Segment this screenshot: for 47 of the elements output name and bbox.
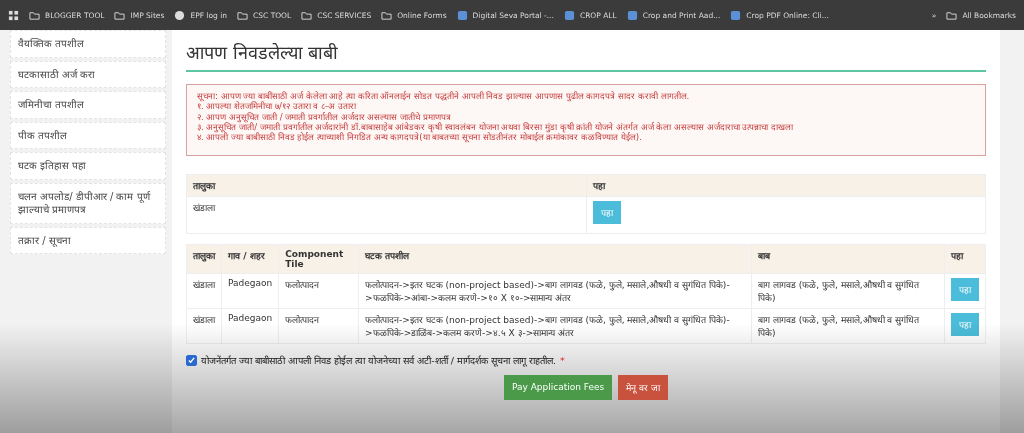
- folder-icon: [381, 9, 393, 21]
- apps-grid-icon[interactable]: [8, 9, 19, 21]
- column-header: पहा: [944, 244, 986, 274]
- page-heading: आपण निवडलेल्या बाबी: [186, 36, 986, 72]
- sidebar-item[interactable]: तक्रार / सूचना: [10, 226, 166, 254]
- agreement-label: योजनेंतर्गत ज्या बाबीसाठी आपली निवड होईल त्या योजनेच्या सर्व अटी-शर्ती / मार्गदर्शक सूचना लागू राहतील.: [201, 353, 556, 367]
- table-cell: बाग लागवड (फळे, फुले, मसाले,औषधी व सुगंधित पिके): [751, 308, 945, 344]
- site-icon: [730, 9, 742, 21]
- notice-line: ३. अनुसूचित जाती/ जमाती प्रवर्गातील अर्जदारांनी डॉ.बाबासाहेब आंबेडकर कृषी स्वावलंबन योजना अथवा बिरसा मुंडा कृषी क्रांती योजने अंतर्गत अर्ज केला असल्यास अर्जदाराचा उत्पन्नाचा दाखला: [197, 121, 795, 133]
- table-cell: खंडाला: [186, 196, 586, 234]
- column-header: गाव / शहर: [221, 244, 279, 274]
- sidebar-item[interactable]: जमिनीचा तपशील: [10, 91, 166, 119]
- notice-line: ४. आपली ज्या बाबीसाठी निवड होईल त्याच्याशी निगडित अन्य कागदपत्रे(या बाबतच्या सूचना सोडतीनंतर मोबाईल क्रमांकावर कळविण्यात येईल).: [197, 132, 643, 143]
- notice-line: २. आपण अनुसूचित जाती / जमाती प्रवर्गातील अर्जदार असल्यास जातीचे प्रमाणपत्र: [197, 111, 452, 122]
- table-cell: खंडाला: [186, 273, 222, 309]
- column-header: घटक तपशील: [358, 244, 752, 274]
- sidebar-item[interactable]: घटक इतिहास पहा: [10, 152, 166, 180]
- table-cell: Padegaon: [221, 273, 279, 309]
- column-header: बाब: [751, 244, 945, 274]
- table-cell: फलोत्पादन: [278, 308, 359, 344]
- sidebar-item[interactable]: पीक तपशील: [10, 121, 166, 149]
- notice-line: १. आपल्या शेतजमिनीचा ७/१२ उतारा व ८-अ उतारा: [197, 101, 357, 112]
- table-cell: फलोत्पादन->इतर घटक (non-project based)->बाग लागवड (फळे, फुले, मसाले,औषधी व सुगंधित पिके)->फळपिके->आंबा->कलम करणे->१० X १०->सामान्य अंतर: [358, 273, 752, 309]
- table-cell: फलोत्पादन: [278, 273, 359, 309]
- sidebar-item[interactable]: चलन अपलोड/ डीपीआर / काम पूर्ण झाल्याचे प्रमाणपत्र: [10, 182, 166, 224]
- folder-icon: [237, 9, 248, 21]
- table-cell: खंडाला: [186, 308, 222, 344]
- notice-line: सूचना: आपण ज्या बाबींसाठी अर्ज केलेला आहे त्या करिता ऑनलाईन सोडत पद्धतीने आपली निवड झाल्यास आपणास पुढील कागदपत्रे सादर करावी लागतील.: [197, 91, 691, 102]
- table-cell: बाग लागवड (फळे, फुले, मसाले,औषधी व सुगंधित पिके): [751, 273, 945, 309]
- sidebar-item[interactable]: घटकासाठी अर्ज करा: [10, 60, 166, 88]
- required-mark: *: [559, 354, 565, 366]
- column-header: पहा: [586, 174, 986, 197]
- folder-icon: [301, 9, 313, 21]
- sidebar-item[interactable]: वैयक्तिक तपशील: [10, 30, 166, 58]
- site-icon: [563, 9, 575, 21]
- column-header: तालुका: [186, 174, 586, 197]
- column-header: Component Tile: [278, 244, 359, 274]
- menu-button[interactable]: मेनू वर जा: [618, 374, 669, 400]
- column-header: तालुका: [186, 244, 222, 274]
- site-icon: [626, 9, 638, 21]
- table-cell: Padegaon: [221, 308, 279, 344]
- agreement-checkbox[interactable]: [186, 354, 197, 366]
- folder-icon: [29, 9, 40, 21]
- site-icon: [456, 9, 468, 21]
- folder-icon: [114, 9, 126, 21]
- folder-icon: [946, 9, 958, 21]
- table-cell: फलोत्पादन->इतर घटक (non-project based)->बाग लागवड (फळे, फुले, मसाले,औषधी व सुगंधित पिके)->फळपिके->डाळिंब->कलम करणे->४.५ X ३->सामान्य अंतर: [358, 308, 752, 344]
